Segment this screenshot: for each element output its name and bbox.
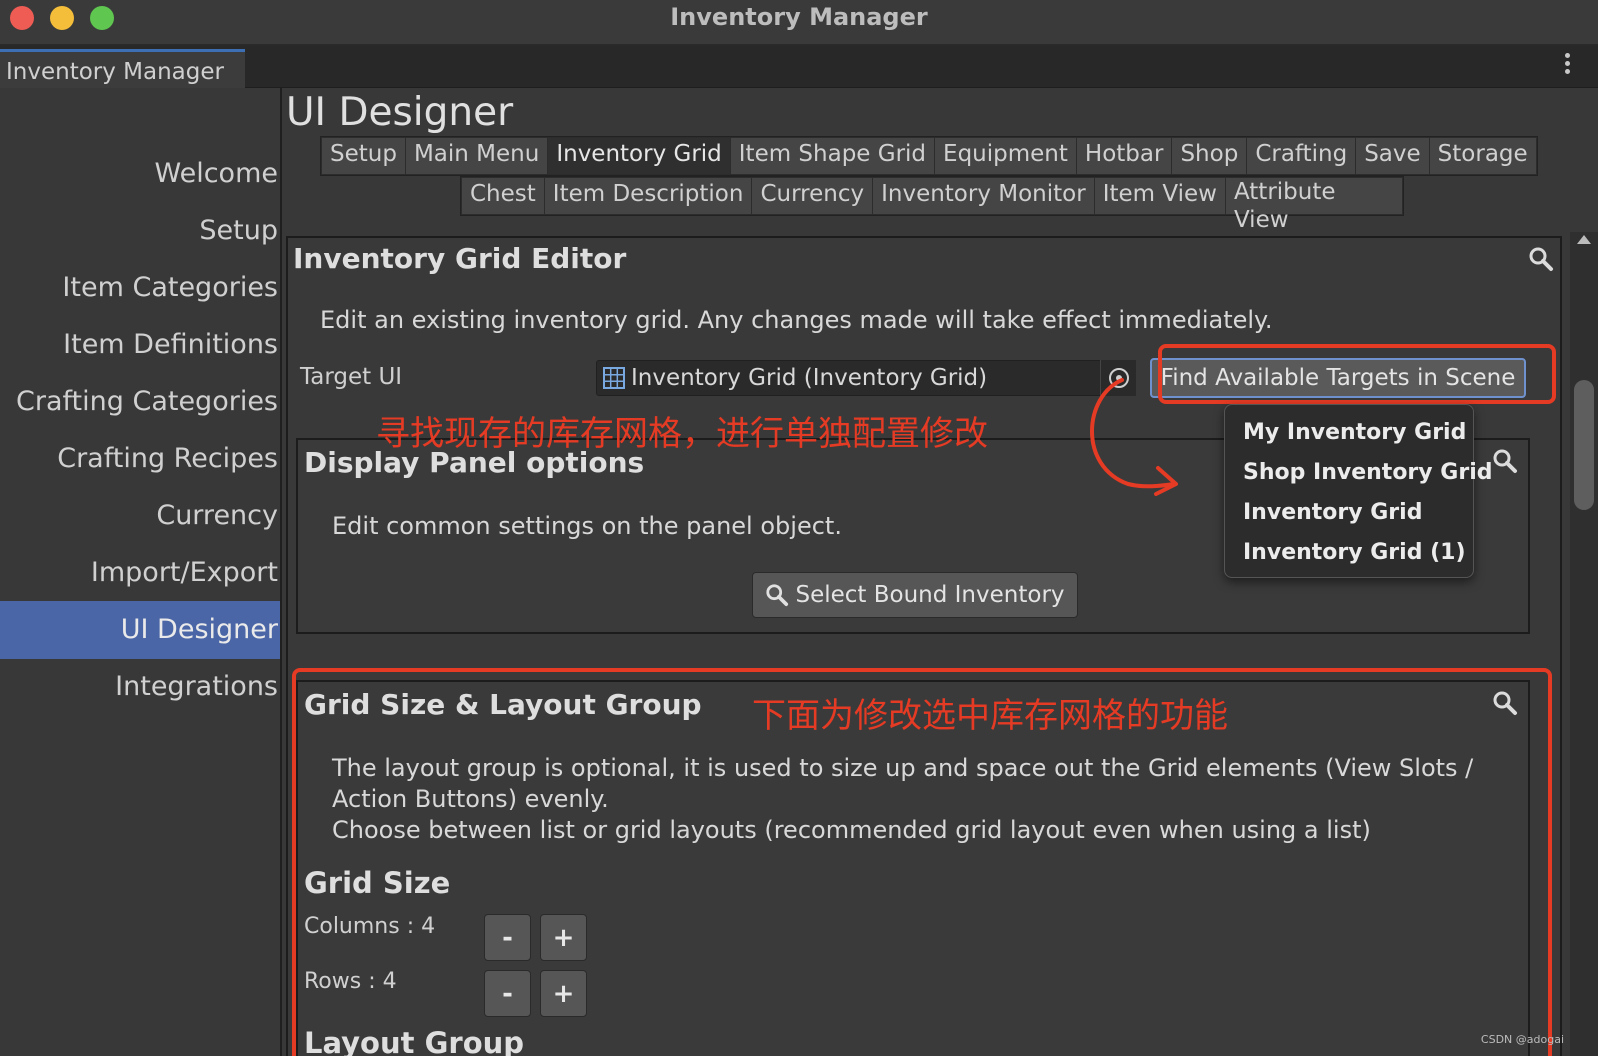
sidebar-item-integrations[interactable]: Integrations <box>0 658 280 716</box>
editor-title: Inventory Grid Editor <box>293 242 627 275</box>
sidebar-item-item-definitions[interactable]: Item Definitions <box>0 316 280 374</box>
window-tab[interactable]: Inventory Manager <box>0 49 245 88</box>
vertical-scrollbar[interactable] <box>1570 232 1598 1056</box>
annotation-box-find-button <box>1158 344 1556 404</box>
tab-equipment[interactable]: Equipment <box>935 138 1076 174</box>
annotation-arrow-icon <box>1090 378 1178 496</box>
sidebar: Welcome Setup Item Categories Item Defin… <box>0 88 282 1056</box>
grid-icon <box>603 367 625 389</box>
tab-crafting[interactable]: Crafting <box>1247 138 1356 174</box>
sidebar-item-setup[interactable]: Setup <box>0 202 280 260</box>
window-title: Inventory Manager <box>670 3 928 31</box>
sidebar-item-currency[interactable]: Currency <box>0 487 280 545</box>
designer-tabs-row-2: Chest Item Description Currency Inventor… <box>460 176 1404 233</box>
tab-chest[interactable]: Chest <box>462 178 544 214</box>
tab-setup[interactable]: Setup <box>322 138 405 174</box>
watermark: CSDN @adogai <box>1480 1033 1564 1046</box>
search-icon[interactable] <box>1528 246 1554 272</box>
tab-shop[interactable]: Shop <box>1172 138 1247 174</box>
dropdown-item-my-inventory-grid[interactable]: My Inventory Grid <box>1225 413 1473 453</box>
target-ui-value: Inventory Grid (Inventory Grid) <box>631 365 988 391</box>
scroll-thumb[interactable] <box>1574 380 1594 510</box>
more-options-icon[interactable] <box>1560 53 1574 79</box>
scroll-up-icon[interactable] <box>1577 235 1591 244</box>
tab-currency[interactable]: Currency <box>752 178 873 214</box>
target-ui-label: Target UI <box>300 364 403 390</box>
dropdown-item-shop-inventory-grid[interactable]: Shop Inventory Grid <box>1225 453 1492 493</box>
dropdown-item-inventory-grid[interactable]: Inventory Grid <box>1225 493 1473 533</box>
page-title: UI Designer <box>286 90 514 135</box>
select-bound-inventory-label: Select Bound Inventory <box>795 582 1065 608</box>
annotation-section-note: 下面为修改选中库存网格的功能 <box>752 696 1228 736</box>
tab-storage[interactable]: Storage <box>1429 138 1536 174</box>
display-panel-description: Edit common settings on the panel object… <box>332 512 842 540</box>
target-ui-field[interactable]: Inventory Grid (Inventory Grid) <box>596 360 1136 396</box>
targets-dropdown: My Inventory Grid Shop Inventory Grid In… <box>1224 404 1492 578</box>
sidebar-item-import-export[interactable]: Import/Export <box>0 544 280 602</box>
tab-item-view[interactable]: Item View <box>1094 178 1225 214</box>
sidebar-item-ui-designer[interactable]: UI Designer <box>0 601 280 659</box>
sidebar-item-item-categories[interactable]: Item Categories <box>0 259 280 317</box>
editor-description: Edit an existing inventory grid. Any cha… <box>320 306 1273 334</box>
tab-attribute-view[interactable]: Attribute View <box>1225 178 1402 233</box>
title-bar: Inventory Manager <box>0 0 1598 45</box>
main-content: UI Designer Setup Main Menu Inventory Gr… <box>284 88 1598 1056</box>
tab-item-shape-grid[interactable]: Item Shape Grid <box>730 138 935 174</box>
tab-inventory-grid[interactable]: Inventory Grid <box>548 138 730 174</box>
editor-tab-strip: Inventory Manager <box>0 45 1598 88</box>
sidebar-item-crafting-recipes[interactable]: Crafting Recipes <box>0 430 280 488</box>
dropdown-item-inventory-grid-1[interactable]: Inventory Grid (1) <box>1225 533 1473 573</box>
select-bound-inventory-button[interactable]: Select Bound Inventory <box>752 572 1078 618</box>
tab-save[interactable]: Save <box>1356 138 1429 174</box>
tab-item-description[interactable]: Item Description <box>544 178 752 214</box>
sidebar-item-welcome[interactable]: Welcome <box>0 145 280 203</box>
sidebar-item-crafting-categories[interactable]: Crafting Categories <box>0 373 280 431</box>
tab-inventory-monitor[interactable]: Inventory Monitor <box>873 178 1094 214</box>
tab-main-menu[interactable]: Main Menu <box>405 138 548 174</box>
designer-tabs-row-1: Setup Main Menu Inventory Grid Item Shap… <box>320 136 1538 176</box>
annotation-find-note: 寻找现存的库存网格，进行单独配置修改 <box>376 414 988 454</box>
search-icon[interactable] <box>1492 448 1518 474</box>
tab-hotbar[interactable]: Hotbar <box>1076 138 1172 174</box>
search-icon <box>766 584 789 607</box>
